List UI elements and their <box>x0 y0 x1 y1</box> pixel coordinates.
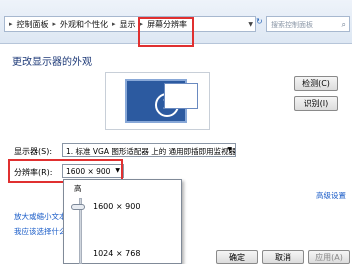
breadcrumb-chevron-icon[interactable]: ▸ <box>110 20 118 28</box>
enlarge-text-link[interactable]: 放大或缩小文本 <box>14 211 67 222</box>
breadcrumb-display[interactable]: 显示 <box>118 19 138 30</box>
chevron-down-icon: ▼ <box>227 146 232 153</box>
refresh-icon[interactable]: ↻ <box>256 17 266 31</box>
search-icon[interactable]: ⌕ <box>342 20 346 30</box>
cancel-button[interactable]: 取消 <box>262 250 304 264</box>
ok-button[interactable]: 确定 <box>216 250 258 264</box>
breadcrumb-appearance[interactable]: 外观和个性化 <box>58 19 110 30</box>
breadcrumb-chevron-icon[interactable]: ▸ <box>51 20 59 28</box>
monitor-2-icon[interactable] <box>164 83 198 109</box>
help-link[interactable]: 我应该选择什么 <box>14 226 67 237</box>
display-label: 显示器(S): <box>14 147 53 156</box>
address-dropdown-icon[interactable]: ▼ <box>248 21 253 28</box>
resolution-option[interactable]: 1600 × 900 <box>93 202 140 211</box>
resolution-slider-thumb[interactable] <box>71 204 85 210</box>
display-select[interactable]: 1. 标准 VGA 图形适配器 上的 通用即插即用监视器 ▼ <box>62 143 236 157</box>
detect-button[interactable]: 检测(C) <box>294 76 338 91</box>
breadcrumb-root-chevron-icon[interactable]: ▸ <box>7 20 15 28</box>
advanced-settings-link[interactable]: 高级设置 <box>316 190 346 201</box>
page-title: 更改显示器的外观 <box>12 57 92 68</box>
search-input[interactable]: 搜索控制面板 ⌕ <box>266 16 350 32</box>
resolution-option[interactable]: 1024 × 768 <box>93 249 140 258</box>
monitor-preview[interactable]: 1 <box>105 72 210 130</box>
apply-button[interactable]: 应用(A) <box>308 250 350 264</box>
highlight-box-breadcrumb <box>138 17 194 47</box>
slider-high-label: 高 <box>74 184 82 193</box>
search-placeholder: 搜索控制面板 <box>271 21 313 29</box>
breadcrumb[interactable]: ▸ 控制面板 ▸ 外观和个性化 ▸ 显示 ▸ 屏幕分辨率 ▼ <box>4 16 256 32</box>
resolution-dropdown-popup: 高 1600 × 900 1024 × 768 <box>63 179 182 264</box>
breadcrumb-control-panel[interactable]: 控制面板 <box>15 19 51 30</box>
identify-button[interactable]: 识别(I) <box>294 96 338 111</box>
display-select-value: 1. 标准 VGA 图形适配器 上的 通用即插即用监视器 <box>66 147 236 156</box>
